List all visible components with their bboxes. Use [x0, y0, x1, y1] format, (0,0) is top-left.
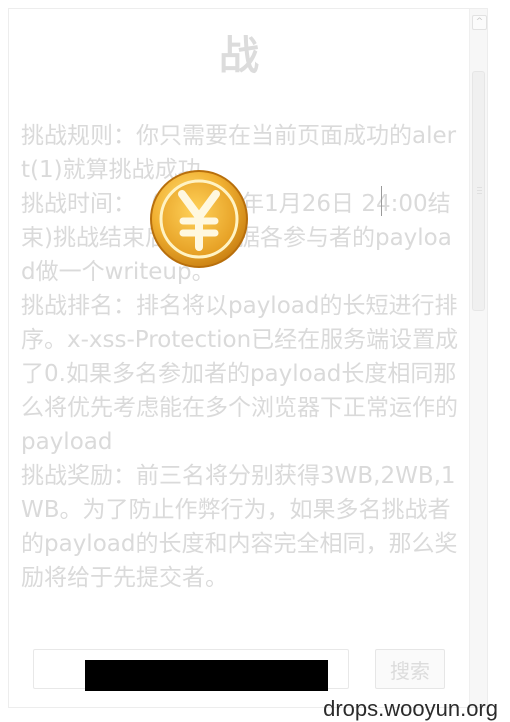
challenge-panel: 战 挑战规则：你只需要在当前页面成功的alert(1)就算挑战成功。 挑战时间：… — [8, 8, 488, 708]
page-content: 战 挑战规则：你只需要在当前页面成功的alert(1)就算挑战成功。 挑战时间：… — [9, 9, 471, 707]
scrollbar-grip — [477, 187, 482, 188]
watermark-text: drops.wooyun.org — [323, 696, 498, 721]
chevron-up-icon[interactable]: ^ — [472, 15, 487, 30]
page-title: 战 — [219, 33, 261, 79]
scrollbar-thumb[interactable] — [472, 71, 485, 311]
search-button[interactable]: 搜索 — [375, 649, 445, 689]
vertical-scrollbar[interactable]: ^ — [469, 9, 487, 707]
text-caret — [381, 186, 382, 216]
redaction-bar — [85, 660, 328, 691]
yuan-coin-icon — [150, 170, 248, 268]
